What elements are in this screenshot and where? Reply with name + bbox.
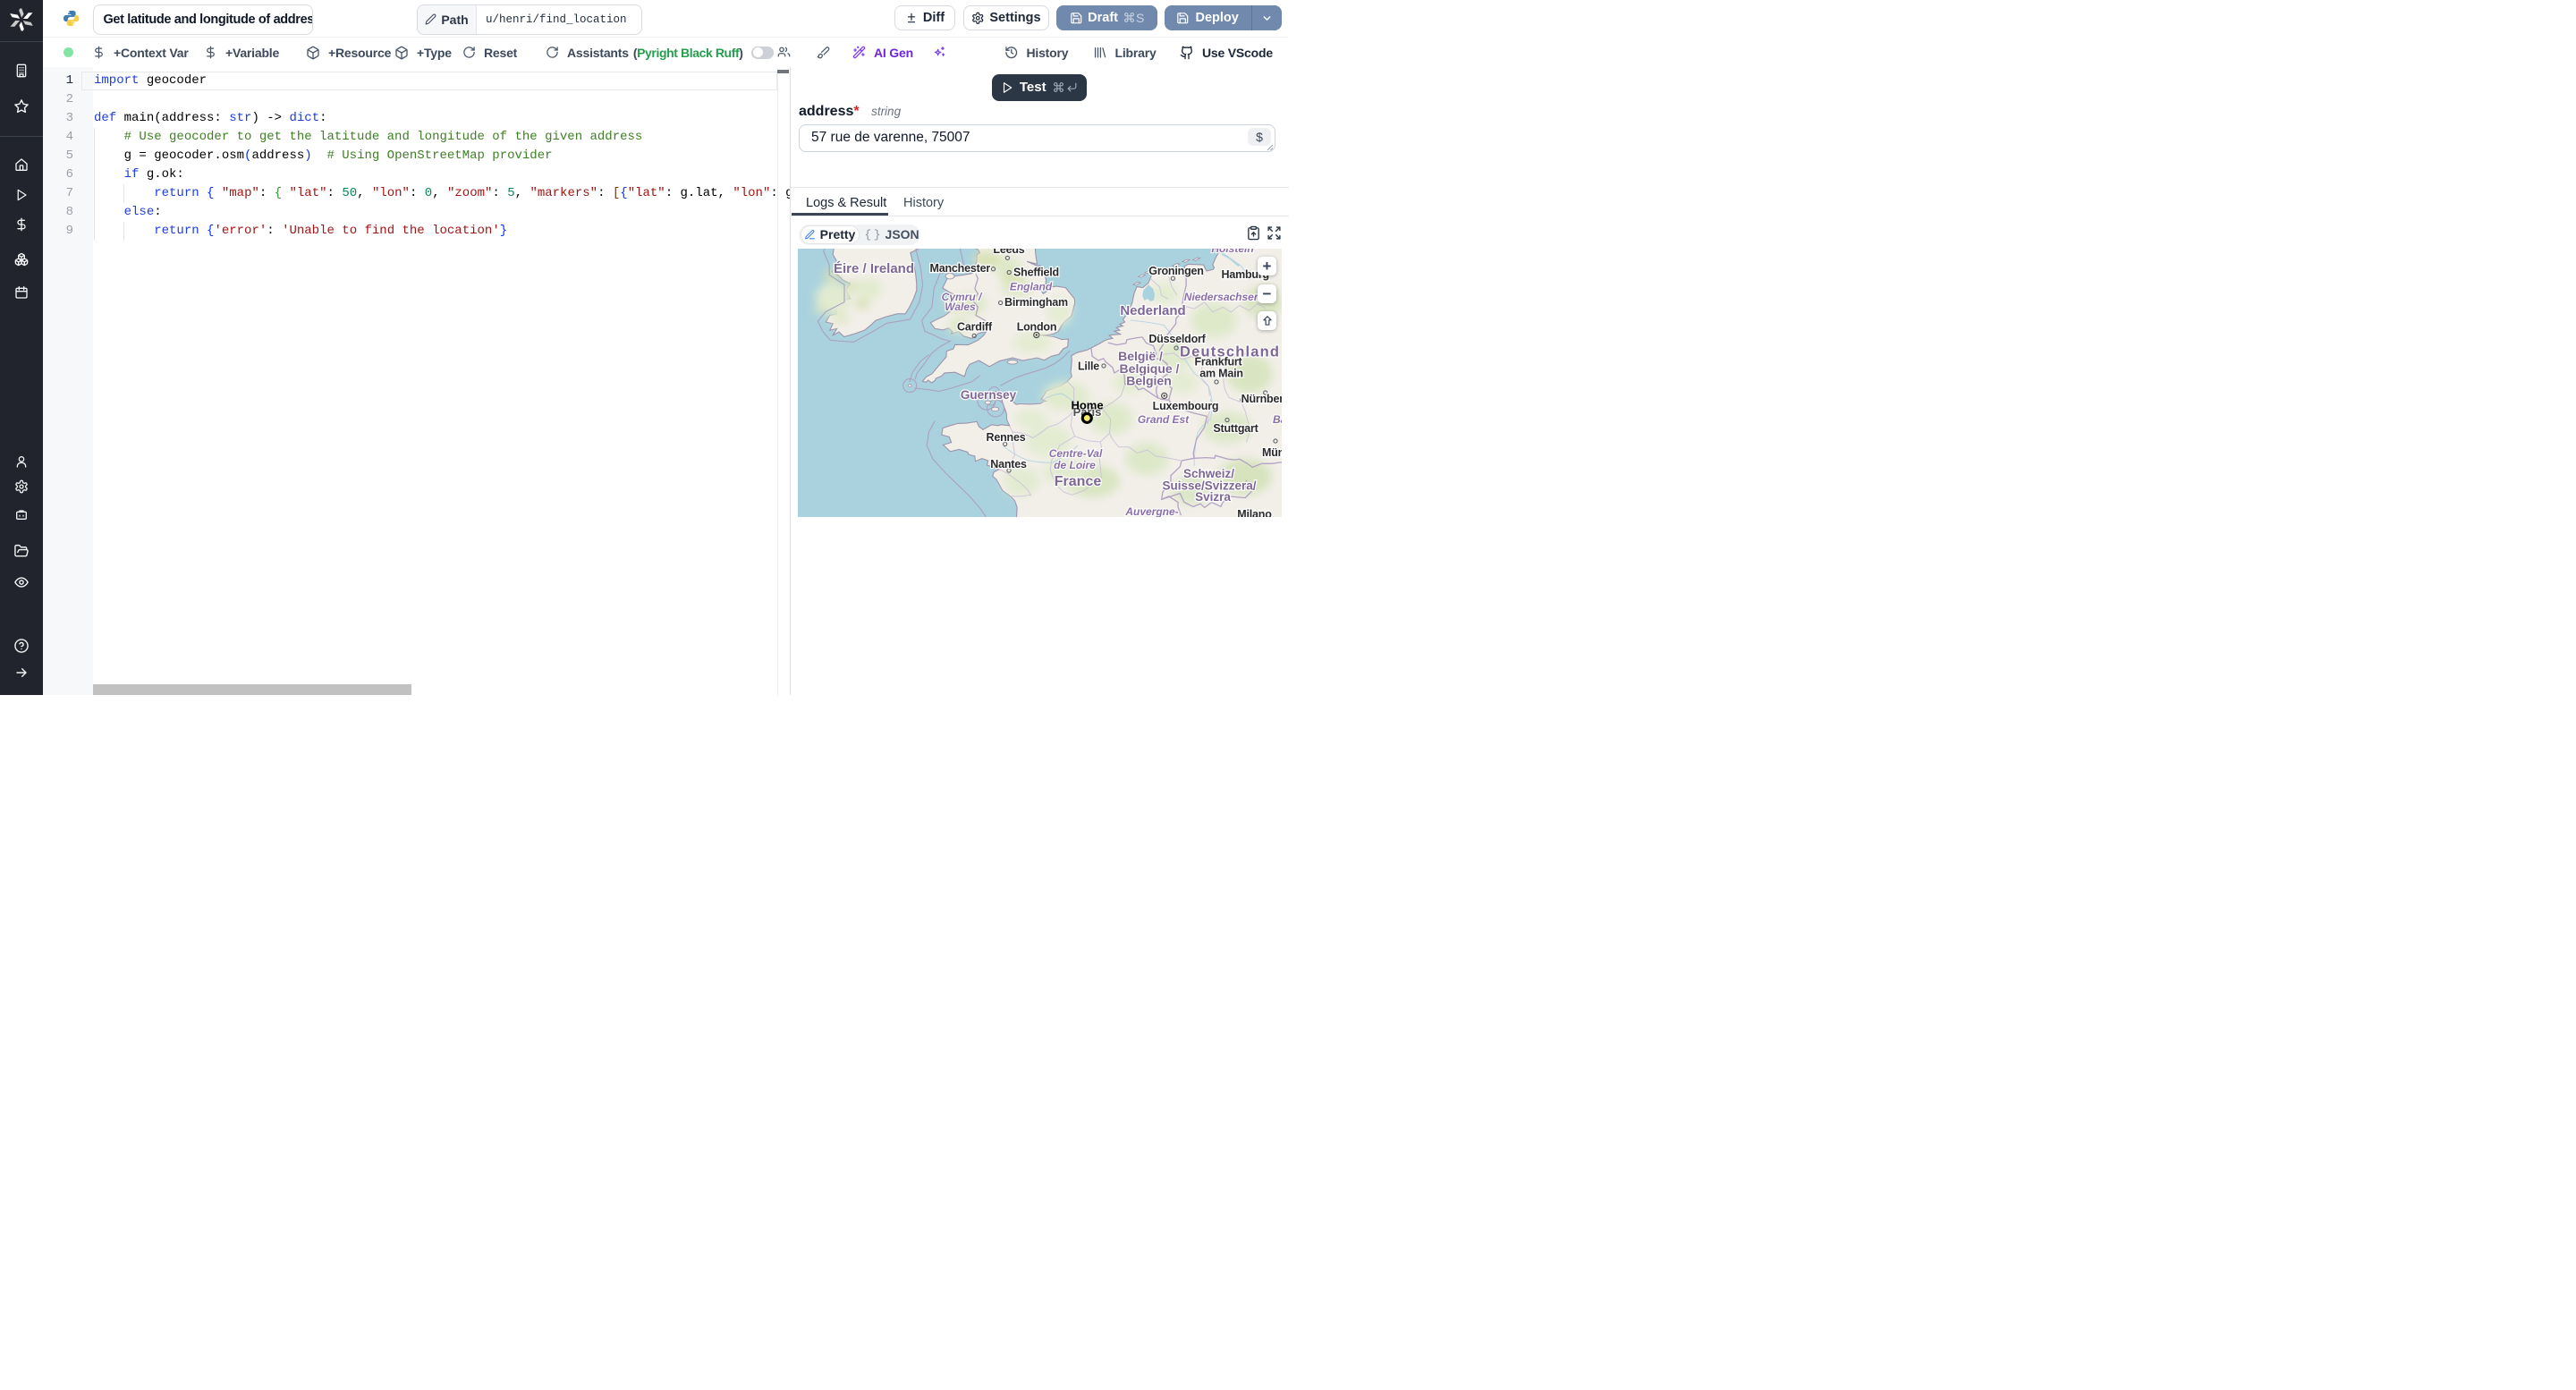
svg-text:Home: Home — [1071, 398, 1103, 411]
svg-text:de Loire: de Loire — [1054, 459, 1096, 471]
svg-text:Stuttgart: Stuttgart — [1213, 422, 1258, 435]
svg-text:Cardiff: Cardiff — [957, 320, 993, 333]
svg-text:Niedersachsen: Niedersachsen — [1184, 291, 1260, 303]
svg-text:Groningen: Groningen — [1148, 265, 1203, 277]
svg-text:Svizra: Svizra — [1195, 490, 1231, 504]
svg-text:Wales: Wales — [945, 301, 976, 313]
svg-text:Manchester: Manchester — [930, 262, 991, 275]
svg-text:Sheffield: Sheffield — [1013, 266, 1059, 278]
svg-text:Centre-Val: Centre-Val — [1049, 447, 1103, 460]
svg-text:London: London — [1017, 320, 1057, 333]
svg-text:Leeds: Leeds — [993, 249, 1024, 256]
svg-text:Guernsey: Guernsey — [961, 388, 1017, 402]
svg-text:Nantes: Nantes — [990, 458, 1027, 470]
svg-text:Rennes: Rennes — [987, 431, 1026, 444]
svg-text:England: England — [1010, 280, 1053, 292]
svg-text:Birmingham: Birmingham — [1004, 296, 1068, 309]
svg-text:Luxembourg: Luxembourg — [1153, 400, 1219, 412]
svg-text:München: München — [1262, 446, 1282, 459]
svg-text:France: France — [1055, 474, 1102, 489]
svg-text:Éire / Ireland: Éire / Ireland — [834, 261, 914, 276]
svg-text:Belgien: Belgien — [1126, 373, 1172, 387]
svg-text:Nederland: Nederland — [1120, 303, 1185, 318]
svg-text:am Main: am Main — [1199, 367, 1243, 379]
svg-text:Grand Est: Grand Est — [1138, 413, 1190, 426]
svg-text:Nürnberg: Nürnberg — [1241, 393, 1282, 405]
svg-text:Lille: Lille — [1078, 360, 1099, 372]
svg-text:Deutschland: Deutschland — [1180, 343, 1280, 360]
svg-text:Auvergne-: Auvergne- — [1124, 505, 1178, 517]
svg-text:Bay: Bay — [1273, 413, 1282, 426]
svg-text:Milano: Milano — [1237, 508, 1272, 517]
svg-text:Holstein: Holstein — [1211, 249, 1253, 255]
